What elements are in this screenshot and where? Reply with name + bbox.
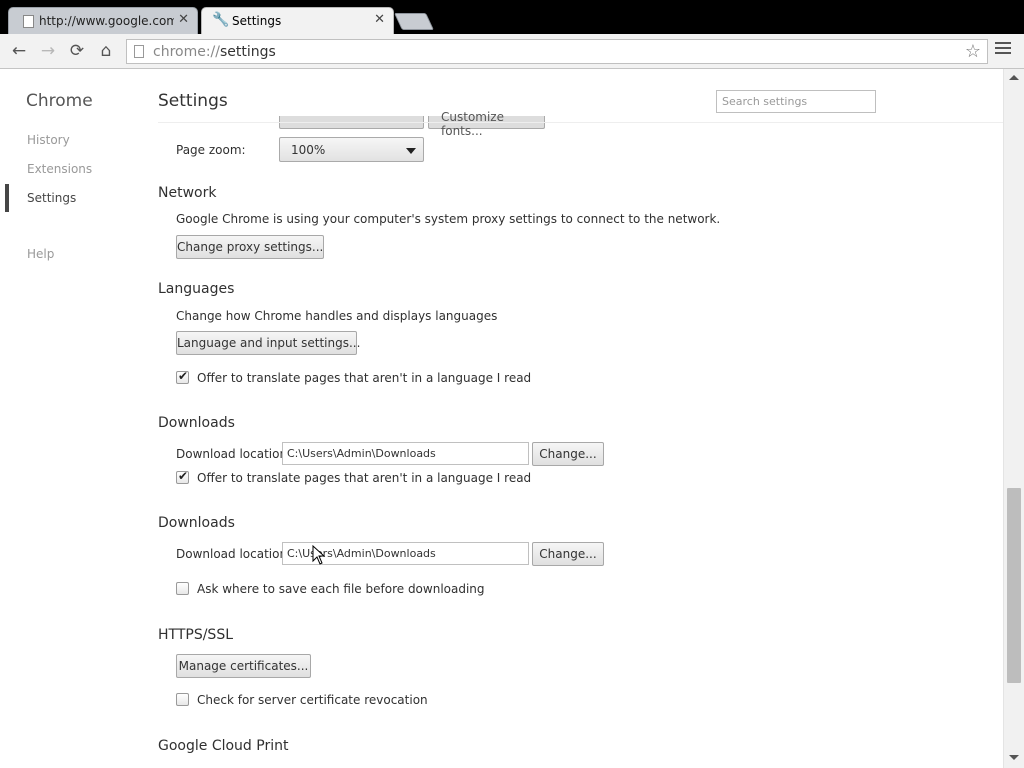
page-icon (134, 45, 144, 58)
translate-checkbox-label: Offer to translate pages that aren't in … (197, 471, 532, 485)
reload-icon[interactable]: ⟳ (66, 40, 88, 62)
cert-revocation-checkbox[interactable] (176, 693, 189, 706)
network-description: Google Chrome is using your computer's s… (176, 212, 721, 226)
translate-checkbox[interactable]: ✔ (176, 369, 189, 384)
cloud-print-title: Google Cloud Print (158, 738, 289, 754)
download-location-label: Download location: (176, 447, 292, 461)
page-zoom-value: 100% (291, 143, 326, 157)
change-location-button[interactable]: Change... (532, 542, 604, 566)
download-location-value: C:\Users\Admin\Downloads (287, 547, 436, 560)
tab-title: Settings (232, 14, 282, 28)
menu-icon[interactable] (995, 42, 1011, 57)
download-location-field[interactable]: C:\Users\Admin\Downloads (282, 442, 529, 465)
page-zoom-select[interactable]: 100% (279, 137, 424, 162)
address-bar[interactable]: chrome://settings ☆ (126, 39, 988, 64)
toolbar: ← → ⟳ ⌂ chrome://settings ☆ (0, 34, 1024, 69)
translate-checkbox[interactable]: ✔ (176, 469, 189, 484)
ask-where-to-save-checkbox[interactable] (176, 582, 189, 595)
forward-icon[interactable]: → (37, 40, 59, 62)
url-text: chrome://settings (153, 44, 276, 60)
download-location-label: Download location: (176, 547, 292, 561)
tab-settings[interactable]: 🔧 Settings ✕ (201, 7, 394, 34)
wrench-icon: 🔧 (212, 12, 230, 28)
cert-revocation-label: Check for server certificate revocation (197, 693, 428, 707)
translate-checkbox-label: Offer to translate pages that aren't in … (197, 371, 532, 385)
bookmark-star-icon[interactable]: ☆ (965, 41, 981, 62)
change-proxy-button[interactable]: Change proxy settings... (176, 235, 324, 259)
downloads-title: Downloads (158, 515, 235, 531)
vertical-scrollbar[interactable] (1003, 69, 1024, 768)
tab-strip: http://www.google.com/ ✕ 🔧 Settings ✕ (0, 0, 1024, 34)
sidebar-item-settings[interactable]: Settings (27, 191, 76, 205)
search-placeholder: Search settings (722, 95, 808, 108)
page-title: Settings (158, 91, 228, 111)
new-tab-button[interactable] (394, 13, 434, 30)
sidebar-item-history[interactable]: History (27, 133, 70, 147)
search-input[interactable]: Search settings (716, 90, 876, 113)
close-icon[interactable]: ✕ (178, 12, 189, 27)
network-title: Network (158, 185, 217, 201)
language-input-settings-button[interactable]: Language and input settings... (176, 331, 360, 355)
selected-marker (5, 184, 9, 212)
change-location-button[interactable]: Change... (532, 442, 604, 466)
close-icon[interactable]: ✕ (374, 12, 385, 27)
page-zoom-label: Page zoom: (176, 143, 246, 157)
sidebar-title: Chrome (26, 91, 93, 111)
checkmark-icon: ✔ (178, 369, 189, 383)
scroll-down-icon[interactable] (1009, 755, 1019, 760)
scroll-up-icon[interactable] (1009, 75, 1019, 80)
downloads-title: Downloads (158, 415, 235, 431)
ask-where-to-save-label: Ask where to save each file before downl… (197, 582, 485, 596)
sidebar-item-help[interactable]: Help (27, 247, 54, 261)
download-location-value: C:\Users\Admin\Downloads (287, 447, 436, 460)
back-icon[interactable]: ← (8, 40, 30, 62)
scroll-thumb[interactable] (1007, 488, 1021, 683)
settings-page: Chrome History Extensions Settings Help … (0, 69, 1024, 768)
languages-title: Languages (158, 281, 235, 297)
languages-description: Change how Chrome handles and displays l… (176, 309, 498, 323)
manage-certificates-button[interactable]: Manage certificates... (176, 654, 311, 678)
header-divider (158, 122, 1003, 123)
page-icon (23, 15, 34, 28)
home-icon[interactable]: ⌂ (95, 40, 117, 62)
tab-google[interactable]: http://www.google.com/ ✕ (8, 7, 198, 34)
sidebar-item-extensions[interactable]: Extensions (27, 162, 92, 176)
tab-title: http://www.google.com/ (39, 14, 174, 28)
chevron-down-icon (406, 148, 416, 154)
checkmark-icon: ✔ (178, 469, 189, 483)
https-ssl-title: HTTPS/SSL (158, 627, 234, 643)
